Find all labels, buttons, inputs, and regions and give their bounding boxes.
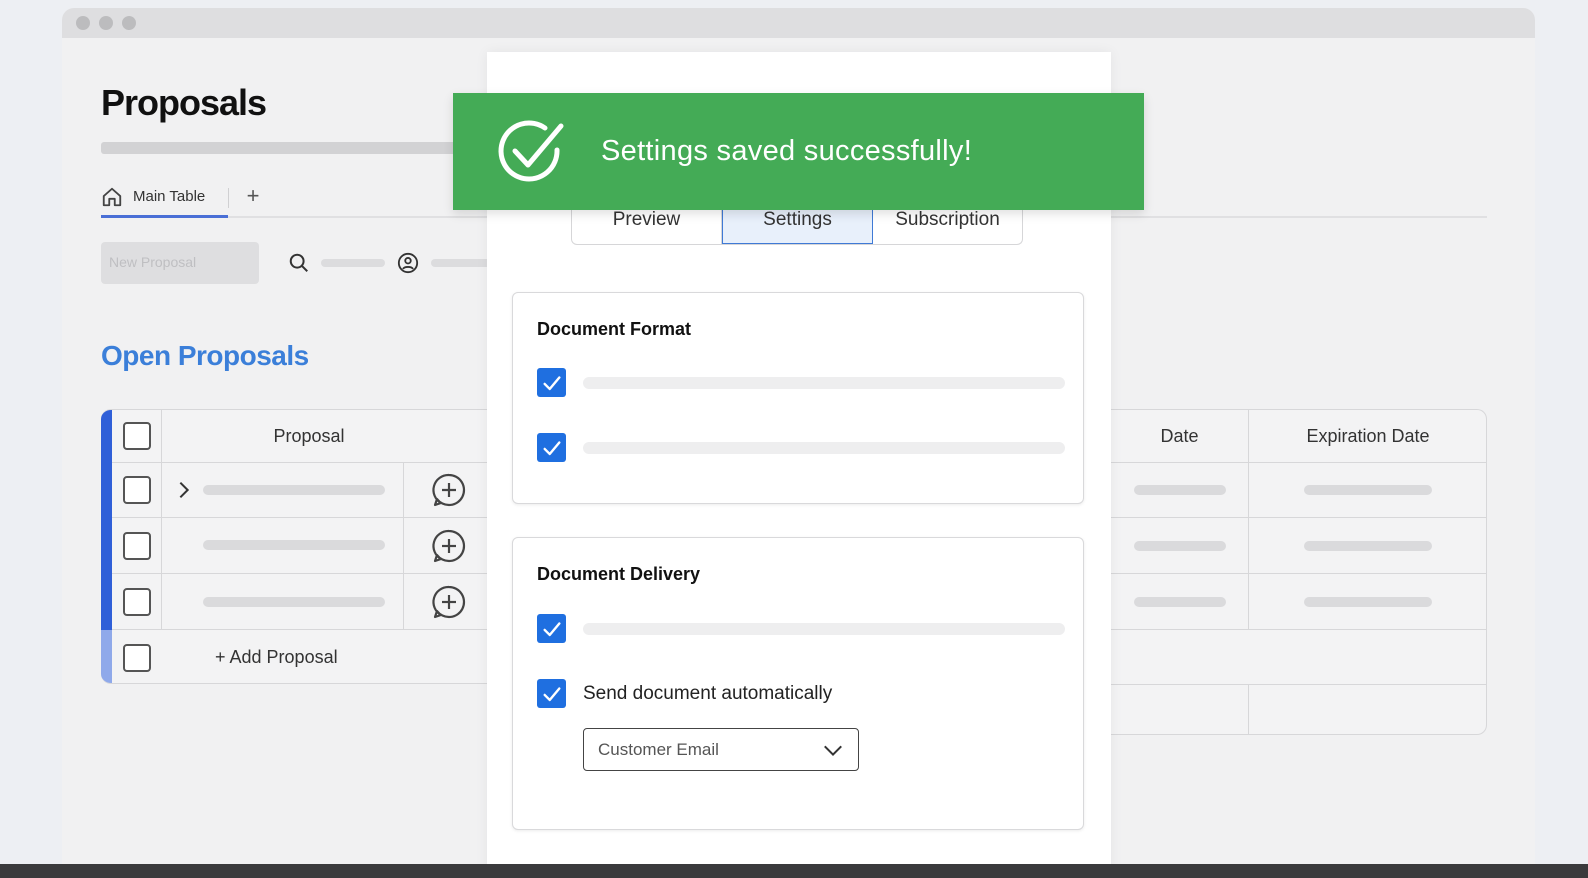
send-auto-checkbox[interactable] (537, 679, 566, 708)
row-checkbox[interactable] (122, 476, 151, 504)
check-circle-icon (498, 119, 564, 181)
column-header-expiration-date[interactable]: Expiration Date (1249, 410, 1486, 462)
chevron-down-icon (824, 745, 842, 756)
row-checkbox[interactable] (122, 531, 151, 560)
group-color-bar-footer (101, 630, 112, 683)
date-placeholder (1133, 596, 1226, 607)
row-checkbox[interactable] (122, 587, 151, 616)
add-row: + Add Proposal (112, 630, 500, 683)
title-placeholder-bar (101, 142, 501, 154)
check-icon (542, 440, 561, 455)
date-placeholder (1133, 540, 1226, 551)
toolbar-placeholder-line (431, 259, 491, 267)
table-header-row: Proposal (112, 410, 500, 463)
send-auto-row: Send document automatically (537, 679, 832, 708)
expiration-placeholder (1304, 596, 1432, 607)
tab-main-table[interactable]: Main Table (101, 178, 228, 218)
proposals-table: Proposal + Add Proposal (101, 409, 501, 684)
search-icon[interactable] (288, 252, 310, 274)
row-text-placeholder (203, 485, 385, 495)
page-title: Proposals (101, 82, 267, 123)
add-proposal-button[interactable]: + Add Proposal (215, 630, 338, 683)
bottom-edge (0, 864, 1588, 878)
table-row[interactable] (112, 463, 500, 518)
column-header-date[interactable]: Date (1111, 410, 1249, 462)
format-option-2-checkbox[interactable] (537, 433, 566, 462)
format-option-2-placeholder (583, 441, 1065, 454)
send-auto-label: Send document automatically (583, 682, 833, 704)
table-header-row: Date Expiration Date (1111, 410, 1486, 463)
table-row[interactable] (1111, 463, 1486, 518)
window-close-dot[interactable] (76, 16, 90, 30)
table-row[interactable] (112, 574, 500, 630)
format-option-1-placeholder (583, 376, 1065, 389)
format-option-1-checkbox[interactable] (537, 368, 566, 397)
expiration-placeholder (1304, 540, 1432, 551)
table-row[interactable] (1111, 574, 1486, 630)
tab-main-table-label: Main Table (133, 188, 206, 205)
add-comment-icon[interactable] (431, 472, 467, 508)
group-color-bar (101, 410, 112, 630)
format-option-row (537, 433, 1065, 462)
format-option-row (537, 368, 1065, 397)
check-icon (542, 686, 561, 701)
table-row[interactable] (1111, 518, 1486, 574)
add-row-empty (1111, 630, 1486, 685)
home-icon (102, 187, 122, 206)
add-view-button[interactable]: + (241, 182, 265, 210)
document-format-card: Document Format (512, 292, 1084, 504)
window-titlebar (62, 8, 1535, 38)
table-row[interactable] (112, 518, 500, 574)
group-title-open-proposals[interactable]: Open Proposals (101, 340, 309, 372)
delivery-option-1-placeholder (583, 622, 1065, 635)
add-row-checkbox[interactable] (123, 643, 151, 672)
delivery-method-value: Customer Email (598, 739, 719, 759)
row-text-placeholder (203, 540, 385, 550)
document-delivery-card: Document Delivery Send document automati… (512, 537, 1084, 830)
window-maximize-dot[interactable] (122, 16, 136, 30)
person-icon[interactable] (397, 252, 419, 274)
delivery-option-row (537, 614, 1065, 643)
check-icon (542, 621, 561, 636)
new-proposal-button[interactable]: New Proposal (101, 242, 259, 284)
toast-message: Settings saved successfully! (601, 135, 973, 167)
expiration-placeholder (1304, 485, 1432, 495)
delivery-method-select[interactable]: Customer Email (583, 728, 859, 771)
chevron-right-icon[interactable] (173, 479, 195, 501)
column-header-proposal[interactable]: Proposal (162, 410, 456, 462)
date-placeholder (1133, 485, 1226, 495)
check-icon (542, 375, 561, 390)
document-delivery-title: Document Delivery (537, 564, 701, 584)
row-text-placeholder (203, 597, 385, 607)
success-toast: Settings saved successfully! (453, 93, 1144, 210)
add-comment-icon[interactable] (431, 584, 467, 620)
window-minimize-dot[interactable] (99, 16, 113, 30)
delivery-option-1-checkbox[interactable] (537, 614, 566, 643)
document-format-title: Document Format (537, 319, 692, 339)
summary-row (1111, 685, 1486, 734)
toolbar-placeholder-line (321, 259, 385, 267)
tab-divider (228, 188, 229, 208)
select-all-checkbox[interactable] (122, 422, 151, 450)
proposals-table-right-columns: Date Expiration Date (1111, 409, 1487, 735)
add-comment-icon[interactable] (431, 528, 467, 564)
